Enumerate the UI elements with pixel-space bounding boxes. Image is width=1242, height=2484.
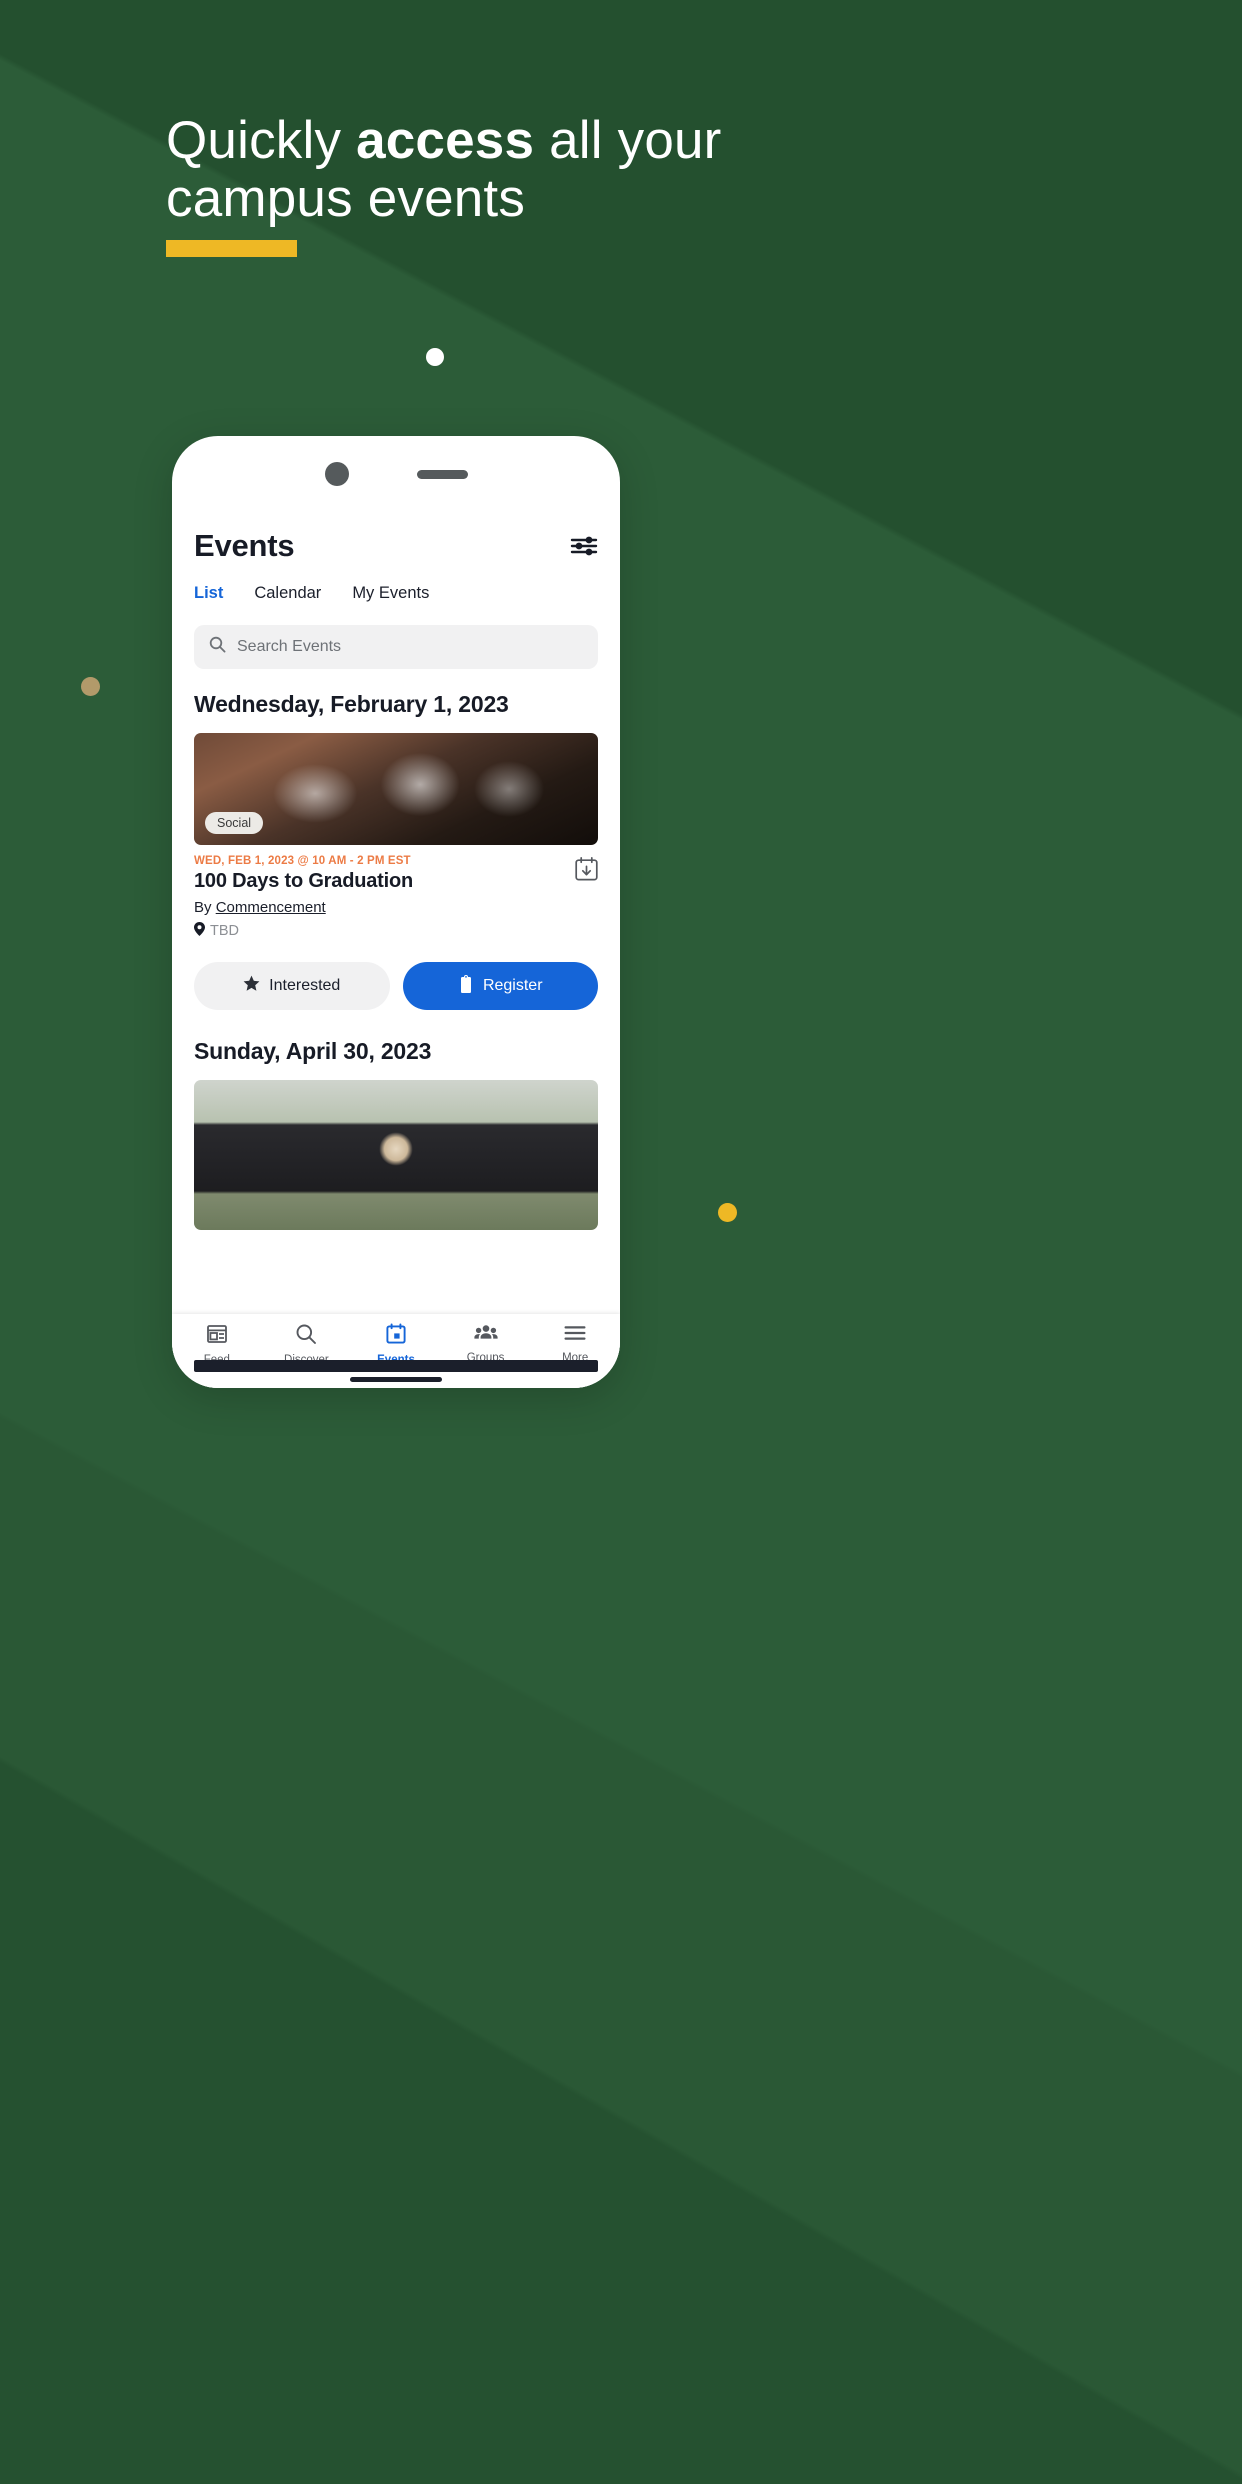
tab-bar: List Calendar My Events [172, 564, 620, 603]
search-input[interactable]: Search Events [194, 625, 598, 669]
phone-mockup: Events List Calendar My Events Search Ev… [172, 436, 620, 1388]
sliders-icon[interactable] [570, 534, 598, 558]
people-icon [473, 1323, 498, 1348]
date-heading: Wednesday, February 1, 2023 [194, 691, 509, 717]
search-icon [209, 636, 226, 658]
calendar-add-icon[interactable] [575, 857, 598, 886]
status-badge: Social [205, 812, 264, 834]
accent-underline-bar [166, 240, 297, 257]
nav-item-groups[interactable]: Groups [449, 1323, 523, 1364]
event-location-text: TBD [210, 923, 239, 939]
event-actions: Interested Register [194, 940, 598, 1010]
event-title: 100 Days to Graduation [194, 870, 413, 892]
event-organizer: By Commencement [194, 899, 413, 916]
hero-headline: Quickly access all your campus events [166, 112, 866, 228]
search-icon [295, 1323, 317, 1350]
calendar-icon [385, 1323, 407, 1350]
decorative-dot-yellow [718, 1203, 737, 1222]
phone-speaker-slot [416, 469, 468, 479]
app-header: Events [172, 504, 620, 564]
event-card-2[interactable] [172, 1066, 620, 1230]
interested-button[interactable]: Interested [194, 962, 390, 1010]
app-screen: Events List Calendar My Events Search Ev… [172, 504, 620, 1388]
page-indicator-dot[interactable] [426, 348, 444, 366]
star-icon [243, 975, 260, 997]
register-button-label: Register [482, 977, 543, 994]
event-organizer-link[interactable]: Commencement [216, 899, 326, 916]
search-area: Search Events [172, 603, 620, 669]
date-heading-2: Sunday, April 30, 2023 [194, 1038, 432, 1064]
search-placeholder: Search Events [237, 638, 342, 655]
tab-calendar[interactable]: Calendar [254, 584, 321, 603]
interested-button-label: Interested [269, 977, 341, 994]
phone-notch [172, 462, 620, 486]
nav-item-more[interactable]: More [538, 1323, 612, 1364]
event-image-2 [194, 1080, 598, 1230]
event-meta-left: WED, FEB 1, 2023 @ 10 AM - 2 PM EST 100 … [194, 855, 413, 940]
event-location: TBD [194, 922, 413, 940]
phone-bottom-bar [194, 1360, 598, 1372]
map-pin-icon [194, 922, 205, 940]
register-button[interactable]: Register [402, 962, 598, 1010]
event-image: Social [194, 733, 598, 845]
headline-text-bold: access [356, 111, 535, 170]
event-meta-row: WED, FEB 1, 2023 @ 10 AM - 2 PM EST 100 … [194, 845, 598, 940]
tab-my-events[interactable]: My Events [352, 584, 429, 603]
page-title: Events [194, 528, 295, 563]
event-organizer-prefix: By [194, 899, 216, 916]
phone-camera-dot [324, 462, 349, 486]
decorative-dot-tan [81, 677, 100, 696]
home-indicator [350, 1377, 442, 1382]
background-diagonal-lower [0, 1584, 1242, 2484]
feed-icon [206, 1323, 228, 1350]
tab-list[interactable]: List [194, 584, 223, 603]
event-time: WED, FEB 1, 2023 @ 10 AM - 2 PM EST [194, 855, 411, 867]
clipboard-icon [458, 974, 474, 998]
headline-text-part1: Quickly [166, 111, 357, 170]
event-card[interactable]: Social WED, FEB 1, 2023 @ 10 AM - 2 PM E… [172, 719, 620, 1010]
hamburger-icon [564, 1323, 586, 1348]
